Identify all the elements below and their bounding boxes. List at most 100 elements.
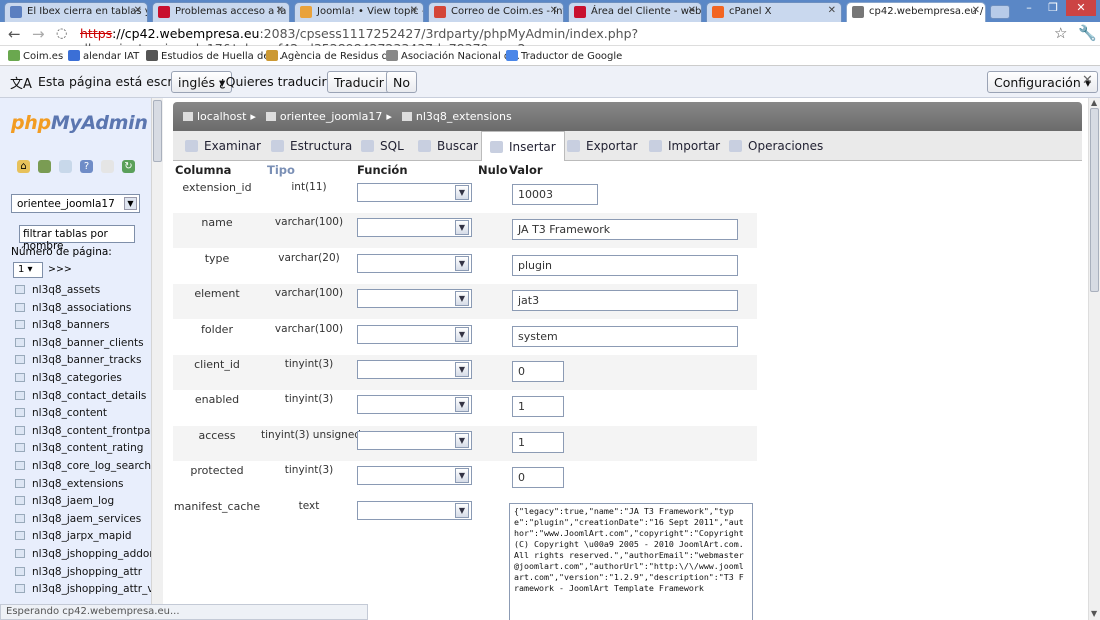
sidebar-table-item[interactable]: nl3q8_associations xyxy=(15,302,131,318)
breadcrumb-table[interactable]: nl3q8_extensions xyxy=(416,110,512,123)
documentation-icon[interactable] xyxy=(101,160,114,173)
home-icon[interactable]: ⌂ xyxy=(17,160,30,173)
manifest-cache-textarea[interactable]: {"legacy":true,"name":"JA T3 Framework",… xyxy=(509,503,753,620)
function-select[interactable]: ▼ xyxy=(357,430,472,450)
tab-importar[interactable]: Importar xyxy=(649,131,720,161)
browser-tab[interactable]: cPanel X ✕ xyxy=(706,2,842,22)
back-icon[interactable]: ← xyxy=(8,25,21,43)
exit-icon[interactable] xyxy=(38,160,51,173)
function-select[interactable]: ▼ xyxy=(357,324,472,344)
value-input[interactable]: jat3 xyxy=(512,290,738,312)
sidebar-table-item[interactable]: nl3q8_jaem_log xyxy=(15,495,114,511)
breadcrumb-database[interactable]: orientee_joomla17 xyxy=(280,110,382,123)
wrench-icon[interactable]: 🔧 xyxy=(1078,24,1097,42)
close-tab-icon[interactable]: ✕ xyxy=(972,5,980,16)
value-input[interactable]: 1 xyxy=(512,396,564,418)
page-number-select[interactable]: 1 ▾ xyxy=(13,262,43,278)
table-icon[interactable] xyxy=(15,373,25,382)
reload-icon[interactable]: ↻ xyxy=(122,160,135,173)
sidebar-table-item[interactable]: nl3q8_jaem_services xyxy=(15,513,141,529)
value-input[interactable]: 0 xyxy=(512,361,564,382)
scrollbar-thumb[interactable] xyxy=(153,100,162,162)
sidebar-table-item[interactable]: nl3q8_banner_tracks xyxy=(15,354,141,370)
sidebar-table-item[interactable]: nl3q8_jshopping_attr xyxy=(15,566,142,582)
sidebar-table-item[interactable]: nl3q8_content_frontpage xyxy=(15,425,164,441)
table-icon[interactable] xyxy=(15,320,25,330)
sidebar-table-item[interactable]: nl3q8_core_log_searches xyxy=(15,460,163,476)
browser-tab[interactable]: Correo de Coim.es - Infor ✕ xyxy=(428,2,564,22)
function-select[interactable]: ▼ xyxy=(357,501,472,520)
function-select[interactable]: ▼ xyxy=(357,395,472,415)
value-input[interactable]: 0 xyxy=(512,467,564,489)
translate-button[interactable]: Traducir xyxy=(327,71,391,93)
tab-estructura[interactable]: Estructura xyxy=(271,131,352,161)
sidebar-table-item[interactable]: nl3q8_jarpx_mapid xyxy=(15,530,132,546)
bookmark-star-icon[interactable]: ☆ xyxy=(1054,24,1067,42)
query-window-icon[interactable] xyxy=(59,160,72,173)
tab-exportar[interactable]: Exportar xyxy=(567,131,638,161)
table-icon[interactable] xyxy=(15,496,25,506)
close-tab-icon[interactable]: ✕ xyxy=(688,5,696,16)
help-icon[interactable]: ? xyxy=(80,160,93,173)
minimize-button[interactable]: – xyxy=(1018,0,1040,16)
table-icon[interactable] xyxy=(15,302,25,312)
page-next-button[interactable]: >>> xyxy=(48,264,72,275)
scroll-up-icon[interactable]: ▲ xyxy=(1091,98,1097,107)
function-select[interactable]: ▼ xyxy=(357,183,472,202)
table-icon[interactable] xyxy=(15,566,25,576)
tab-examinar[interactable]: Examinar xyxy=(185,131,261,161)
sidebar-table-item[interactable]: nl3q8_content xyxy=(15,407,107,423)
table-icon[interactable] xyxy=(15,549,25,558)
value-input[interactable]: plugin xyxy=(512,254,738,276)
browser-tab[interactable]: El Ibex cierra en tablas y ✕ xyxy=(4,2,148,22)
bookmark-item[interactable]: Coim.es xyxy=(8,50,63,62)
table-icon[interactable] xyxy=(15,337,25,347)
bookmark-item[interactable]: Estudios de Huella de ... xyxy=(146,50,282,62)
function-select[interactable]: ▼ xyxy=(357,360,472,379)
close-tab-icon[interactable]: ✕ xyxy=(828,5,836,16)
no-translate-button[interactable]: No xyxy=(386,71,417,93)
table-icon[interactable] xyxy=(15,355,25,365)
sidebar-table-item[interactable]: nl3q8_jshopping_addons xyxy=(15,548,161,564)
value-input[interactable]: 1 xyxy=(512,431,564,453)
sidebar-table-item[interactable]: nl3q8_assets xyxy=(15,284,100,300)
sidebar-table-item[interactable]: nl3q8_extensions xyxy=(15,478,124,494)
table-icon[interactable] xyxy=(15,461,25,470)
tab-sql[interactable]: SQL xyxy=(361,131,404,161)
function-select[interactable]: ▼ xyxy=(357,253,472,273)
close-tab-icon[interactable]: ✕ xyxy=(276,5,284,16)
sidebar-table-item[interactable]: nl3q8_banner_clients xyxy=(15,337,144,353)
value-input[interactable]: JA T3 Framework xyxy=(512,219,738,241)
close-icon[interactable]: ✕ xyxy=(1082,73,1093,88)
value-input[interactable]: 10003 xyxy=(512,184,598,205)
close-tab-icon[interactable]: ✕ xyxy=(550,5,558,16)
sidebar-table-item[interactable]: nl3q8_content_rating xyxy=(15,442,143,458)
breadcrumb-server[interactable]: localhost xyxy=(197,110,246,123)
table-filter-input[interactable]: filtrar tablas por nombre xyxy=(19,225,135,252)
browser-tab[interactable]: Joomla! • View topic - Fata✕ xyxy=(294,2,424,22)
scroll-down-icon[interactable]: ▼ xyxy=(1091,609,1097,618)
phpmyadmin-logo[interactable]: phpMyAdmin xyxy=(11,112,148,134)
bookmark-item[interactable]: alendar IAT xyxy=(68,50,139,62)
close-tab-icon[interactable]: ✕ xyxy=(410,5,418,16)
browser-tab[interactable]: Área del Cliente - webemp✕ xyxy=(568,2,702,22)
table-icon[interactable] xyxy=(15,443,25,453)
bookmark-item[interactable]: Agència de Residus d... xyxy=(266,50,398,62)
maximize-button[interactable]: ❐ xyxy=(1042,0,1064,16)
function-select[interactable]: ▼ xyxy=(357,289,472,309)
table-icon[interactable] xyxy=(15,408,25,418)
new-tab-button[interactable] xyxy=(990,5,1010,19)
forward-icon[interactable]: → xyxy=(32,25,45,43)
table-icon[interactable] xyxy=(15,584,25,594)
table-icon[interactable] xyxy=(15,425,25,435)
close-window-button[interactable]: ✕ xyxy=(1066,0,1096,16)
tab-operaciones[interactable]: Operaciones xyxy=(729,131,823,161)
table-icon[interactable] xyxy=(15,285,25,294)
close-tab-icon[interactable]: ✕ xyxy=(134,5,142,16)
table-icon[interactable] xyxy=(15,390,25,400)
tab-buscar[interactable]: Buscar xyxy=(418,131,478,161)
bookmark-item[interactable]: Traductor de Google xyxy=(506,50,622,62)
table-icon[interactable] xyxy=(15,513,25,523)
sidebar-table-item[interactable]: nl3q8_contact_details xyxy=(15,390,146,406)
table-icon[interactable] xyxy=(15,531,25,541)
